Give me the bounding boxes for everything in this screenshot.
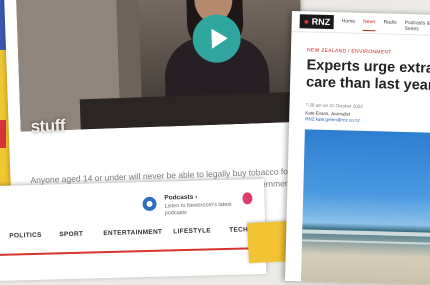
rnz-nav-radio[interactable]: Radio <box>383 19 397 31</box>
article-section[interactable]: NEW ZEALAND / ENVIRONMENT <box>307 47 392 55</box>
article-headline: Experts urge extra care than last year <box>305 57 430 94</box>
nav-sport[interactable]: SPORT <box>59 230 103 239</box>
play-icon <box>210 28 228 49</box>
video-lectern <box>79 91 305 130</box>
photo-wave <box>302 229 430 238</box>
photo-wave <box>301 239 430 246</box>
rnz-nav-home[interactable]: Home <box>342 18 355 30</box>
article-photo <box>300 129 430 285</box>
video-player[interactable] <box>15 0 305 132</box>
rnz-nav: Home News Radio Podcasts & Series <box>342 18 430 33</box>
nav-politics[interactable]: POLITICS <box>9 231 59 240</box>
stuff-logo: stuff <box>30 115 66 137</box>
rnz-article-card: ● RNZ Home News Radio Podcasts & Series … <box>284 11 430 285</box>
podcast-promo[interactable]: Podcasts › Listen to Newsroom's latest p… <box>142 191 233 221</box>
podcast-icon <box>142 196 157 212</box>
background-red-block <box>0 120 6 148</box>
nav-entertainment[interactable]: ENTERTAINMENT <box>103 228 173 238</box>
podcast-subtitle: Listen to Newsroom's latest podcasts <box>164 201 232 217</box>
nav-lifestyle[interactable]: LIFESTYLE <box>173 227 229 235</box>
article-dateline: 7:30 am on 31 October 2022 <box>305 102 363 109</box>
rnz-header: ● RNZ Home News Radio Podcasts & Series <box>291 11 430 36</box>
stuff-nav-card: Podcasts › Listen to Newsroom's latest p… <box>0 178 267 281</box>
article-author-link[interactable]: RNZ kate.green@rnz.co.nz <box>305 116 360 122</box>
podcast-title: Podcasts › <box>164 193 198 202</box>
section-nav: POLITICS SPORT ENTERTAINMENT LIFESTYLE T… <box>9 226 263 240</box>
rnz-logo[interactable]: ● RNZ <box>299 14 335 30</box>
rnz-nav-news[interactable]: News <box>362 18 376 32</box>
nav-divider <box>0 246 266 256</box>
promo-icon[interactable] <box>242 192 253 205</box>
rnz-nav-podcasts[interactable]: Podcasts & Series <box>404 20 430 33</box>
